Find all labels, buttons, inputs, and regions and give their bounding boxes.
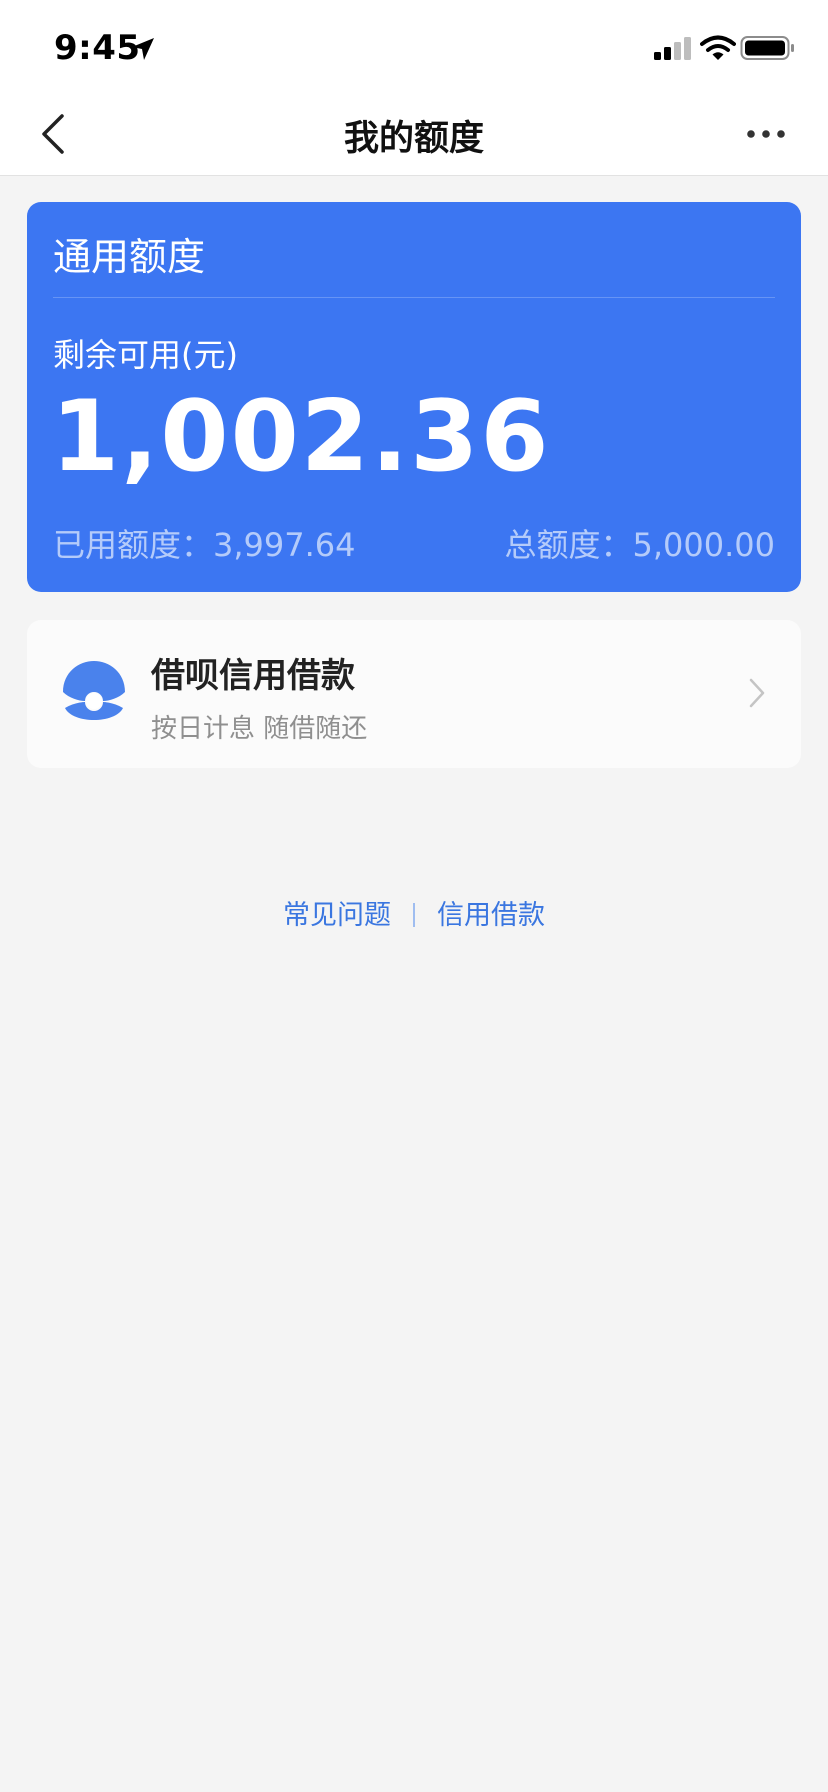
chevron-right-icon: [749, 678, 765, 708]
credit-loan-link[interactable]: 信用借款: [437, 893, 545, 932]
faq-link[interactable]: 常见问题: [283, 893, 391, 932]
more-dots-icon[interactable]: [746, 124, 786, 144]
status-bar: 9:45: [0, 0, 828, 94]
battery-icon: [740, 36, 794, 60]
card-divider: [53, 297, 775, 298]
card-title: 通用额度: [53, 235, 206, 279]
product-subtitle: 按日计息 随借随还: [151, 714, 368, 744]
total-quota: 总额度：5,000.00: [504, 526, 775, 564]
location-arrow-icon: [132, 38, 154, 60]
signal-icon: [654, 37, 691, 60]
footer-separator: [413, 903, 415, 927]
page-title: 我的额度: [343, 119, 484, 159]
used-quota: 已用额度：3,997.64: [53, 526, 356, 564]
available-label: 剩余可用(元): [53, 336, 238, 374]
available-amount: 1,002.36: [51, 380, 551, 494]
product-name: 借呗信用借款: [151, 656, 355, 696]
jiebei-shell-icon: [63, 661, 125, 720]
footer-links: 常见问题 信用借款: [0, 893, 828, 932]
nav-bar: 我的额度: [0, 94, 828, 176]
wifi-icon: [700, 35, 736, 60]
quota-card: 通用额度 剩余可用(元) 1,002.36 已用额度：3,997.64 总额度：…: [27, 202, 801, 592]
status-time: 9:45: [54, 28, 141, 68]
product-card-jiebei[interactable]: 借呗信用借款 按日计息 随借随还: [27, 620, 801, 768]
